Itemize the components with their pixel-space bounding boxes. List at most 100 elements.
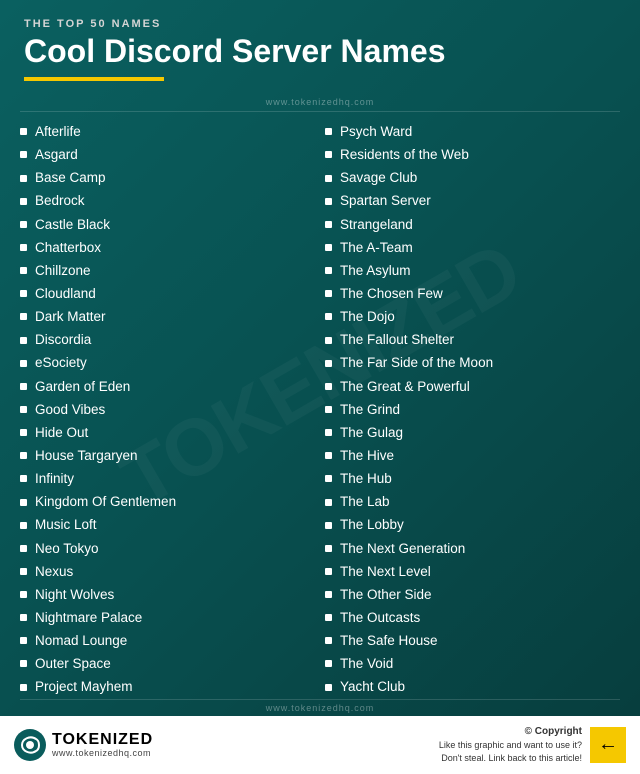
copyright-text: © Copyright Like this graphic and want t…	[439, 724, 582, 766]
bullet-icon	[325, 383, 332, 390]
bullet-icon	[20, 128, 27, 135]
bullet-icon	[325, 267, 332, 274]
list-item: Castle Black	[20, 213, 305, 236]
list-item-text: The Void	[340, 655, 393, 673]
website-tag-top: www.tokenizedhq.com	[0, 97, 640, 107]
bullet-icon	[325, 591, 332, 598]
bullet-icon	[325, 244, 332, 251]
bullet-icon	[20, 660, 27, 667]
list-item-text: The Hub	[340, 470, 392, 488]
list-item: The Other Side	[325, 583, 610, 606]
list-item: Neo Tokyo	[20, 537, 305, 560]
list-item-text: House Targaryen	[35, 447, 138, 465]
bullet-icon	[20, 267, 27, 274]
bullet-icon	[20, 337, 27, 344]
bullet-icon	[325, 545, 332, 552]
list-item: The Gulag	[325, 421, 610, 444]
list-item-text: The Lobby	[340, 516, 404, 534]
list-item-text: The Chosen Few	[340, 285, 443, 303]
bullet-icon	[20, 313, 27, 320]
list-item-text: Chatterbox	[35, 239, 101, 257]
bullet-icon	[20, 545, 27, 552]
list-item-text: The Next Generation	[340, 540, 465, 558]
logo-name: TOKENIZED	[52, 732, 153, 748]
list-item: Base Camp	[20, 166, 305, 189]
list-item: Chatterbox	[20, 236, 305, 259]
list-item-text: Asgard	[35, 146, 78, 164]
logo-icon	[14, 729, 46, 761]
bullet-icon	[325, 313, 332, 320]
bullet-icon	[20, 290, 27, 297]
list-item: Residents of the Web	[325, 143, 610, 166]
list-item: Infinity	[20, 467, 305, 490]
logo-sub: www.tokenizedhq.com	[52, 748, 153, 758]
list-item: Nexus	[20, 560, 305, 583]
list-item-text: The Next Level	[340, 563, 431, 581]
list-item: Dark Matter	[20, 305, 305, 328]
yellow-bar	[24, 77, 164, 81]
main-container: TOKENIZED THE TOP 50 NAMES Cool Discord …	[0, 0, 640, 749]
bullet-icon	[325, 452, 332, 459]
list-item-text: The Fallout Shelter	[340, 331, 454, 349]
bullet-icon	[325, 290, 332, 297]
list-item: Project Mayhem	[20, 676, 305, 699]
bullet-icon	[325, 360, 332, 367]
list-item-text: Yacht Club	[340, 678, 405, 696]
list-item-text: Residents of the Web	[340, 146, 469, 164]
list-item: Music Loft	[20, 514, 305, 537]
list-item: Savage Club	[325, 166, 610, 189]
list-item-text: The Hive	[340, 447, 394, 465]
divider-top	[20, 111, 620, 112]
list-item-text: The Gulag	[340, 424, 403, 442]
list-item-text: The Asylum	[340, 262, 411, 280]
footer: TOKENIZED www.tokenizedhq.com © Copyrigh…	[0, 716, 640, 774]
list-item: The Dojo	[325, 305, 610, 328]
list-item-text: Hide Out	[35, 424, 88, 442]
arrow-box[interactable]: ←	[590, 727, 626, 763]
list-item: The Safe House	[325, 629, 610, 652]
list-item: Asgard	[20, 143, 305, 166]
list-item: Night Wolves	[20, 583, 305, 606]
list-item-text: Chillzone	[35, 262, 91, 280]
bullet-icon	[325, 198, 332, 205]
column-right: Psych Ward Residents of the Web Savage Clu…	[315, 120, 620, 699]
list-item-text: The Grind	[340, 401, 400, 419]
list-item-text: Neo Tokyo	[35, 540, 99, 558]
footer-middle: © Copyright Like this graphic and want t…	[163, 724, 626, 766]
bullet-icon	[20, 684, 27, 691]
list-item-text: Nightmare Palace	[35, 609, 142, 627]
bullet-icon	[20, 522, 27, 529]
bullet-icon	[20, 475, 27, 482]
bullet-icon	[20, 383, 27, 390]
list-item: Bedrock	[20, 190, 305, 213]
bullet-icon	[20, 568, 27, 575]
bullet-icon	[20, 221, 27, 228]
list-item-text: Bedrock	[35, 192, 85, 210]
column-left: Afterlife Asgard Base Camp Bedrock Castle Bl…	[20, 120, 315, 699]
list-item-text: Afterlife	[35, 123, 81, 141]
list-item-text: The Great & Powerful	[340, 378, 470, 396]
bullet-icon	[20, 499, 27, 506]
list-item-text: Psych Ward	[340, 123, 412, 141]
list-item: The Void	[325, 652, 610, 675]
list-item-text: The A-Team	[340, 239, 413, 257]
bullet-icon	[325, 475, 332, 482]
list-item: Afterlife	[20, 120, 305, 143]
top-label: THE TOP 50 NAMES	[24, 18, 616, 30]
bullet-icon	[20, 244, 27, 251]
list-item-text: Dark Matter	[35, 308, 106, 326]
list-item: Strangeland	[325, 213, 610, 236]
bullet-icon	[325, 522, 332, 529]
bullet-icon	[20, 151, 27, 158]
list-item: The Fallout Shelter	[325, 328, 610, 351]
list-item: House Targaryen	[20, 444, 305, 467]
logo-text-area: TOKENIZED www.tokenizedhq.com	[52, 732, 153, 758]
list-item: Discordia	[20, 328, 305, 351]
bullet-icon	[20, 360, 27, 367]
list-item: Spartan Server	[325, 190, 610, 213]
list-item-text: Nomad Lounge	[35, 632, 127, 650]
list-item-text: Night Wolves	[35, 586, 114, 604]
list-item: Kingdom Of Gentlemen	[20, 490, 305, 513]
main-title: Cool Discord Server Names	[24, 34, 616, 69]
copyright-title: © Copyright	[439, 724, 582, 739]
